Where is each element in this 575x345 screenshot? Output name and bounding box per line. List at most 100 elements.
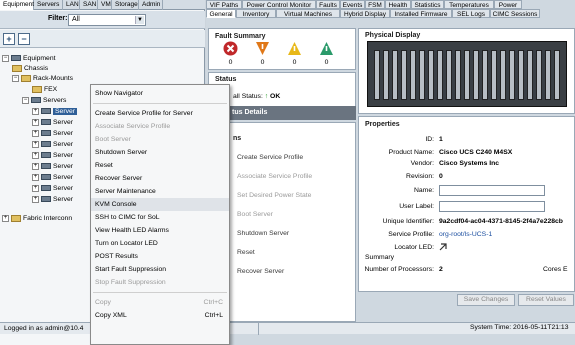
tab-health[interactable]: Health [385, 0, 411, 9]
menu-item-turn-on-locator-led[interactable]: Turn on Locator LED [91, 237, 229, 250]
expand-icon[interactable]: + [32, 195, 39, 203]
tab-vif-paths[interactable]: VIF Paths [206, 0, 242, 9]
tab-temperatures[interactable]: Temperatures [444, 0, 494, 9]
collapse-icon[interactable]: − [2, 54, 9, 62]
tab-statistics[interactable]: Statistics [411, 0, 444, 9]
server-chassis-image[interactable] [367, 41, 567, 107]
tab-san[interactable]: SAN [80, 0, 98, 10]
expand-icon[interactable]: + [32, 140, 39, 148]
tab-events[interactable]: Events [340, 0, 365, 9]
tab-general[interactable]: General [206, 9, 236, 18]
expand-icon[interactable]: + [32, 184, 39, 192]
menu-item-view-health-led-alarms[interactable]: View Health LED Alarms [91, 224, 229, 237]
minor-fault-icon[interactable] [287, 41, 302, 56]
menu-item-ssh-to-cimc-for-sol[interactable]: SSH to CIMC for SoL [91, 211, 229, 224]
server-icon [41, 185, 51, 192]
tab-sel-logs[interactable]: SEL Logs [452, 9, 490, 18]
tree-item-equipment[interactable]: − Equipment [2, 54, 56, 63]
action-recover-server[interactable]: Recover Server [237, 268, 284, 275]
tree-item-server[interactable]: + Server [32, 129, 73, 138]
status-details-toggle[interactable]: tus Details [208, 106, 356, 120]
tab-virtual-machines[interactable]: Virtual Machines [276, 9, 340, 18]
folder-icon [21, 74, 31, 82]
action-reset[interactable]: Reset [237, 249, 255, 256]
reset-values-button[interactable]: Reset Values [518, 294, 574, 306]
name-field[interactable] [439, 185, 545, 196]
tab-faults[interactable]: Faults [316, 0, 340, 9]
chevron-down-icon[interactable]: ▼ [135, 16, 144, 24]
warning-fault-icon[interactable] [319, 41, 334, 56]
tree-item-servers[interactable]: − Servers [22, 96, 66, 105]
tree-item-server[interactable]: + Server [32, 107, 78, 116]
tree-item-rack-mounts[interactable]: − Rack-Mounts [12, 74, 73, 83]
collapse-all-button[interactable]: − [18, 33, 30, 45]
action-boot-server[interactable]: Boot Server [237, 211, 273, 218]
action-create-service-profile[interactable]: Create Service Profile [237, 154, 303, 161]
filter-select[interactable]: All ▼ [68, 14, 146, 26]
menu-item-shutdown-server[interactable]: Shutdown Server [91, 146, 229, 159]
menu-item-label: SSH to CIMC for SoL [95, 214, 160, 221]
menu-item-create-service-profile-for-server[interactable]: Create Service Profile for Server [91, 107, 229, 120]
expand-icon[interactable]: + [32, 151, 39, 159]
status-bar: System Time: 2016-05-11T21:13 [206, 322, 575, 335]
menu-item-copy-xml[interactable]: Copy XML Ctrl+L [91, 309, 229, 322]
user-label-field[interactable] [439, 201, 545, 212]
nav-tab-bar: Equipment Servers LAN SAN VM Storage Adm… [0, 0, 205, 10]
tab-fsm[interactable]: FSM [365, 0, 385, 9]
expand-all-button[interactable]: + [3, 33, 15, 45]
tab-storage[interactable]: Storage [112, 0, 139, 10]
tree-item-fex[interactable]: FEX [32, 85, 57, 94]
expand-icon[interactable]: + [32, 118, 39, 126]
expand-icon[interactable]: + [32, 162, 39, 170]
tree-item-server[interactable]: + Server [32, 140, 73, 149]
menu-item-post-results[interactable]: POST Results [91, 250, 229, 263]
expand-icon[interactable]: + [2, 214, 9, 222]
menu-item-show-navigator[interactable]: Show Navigator [91, 87, 229, 100]
tree-item-server[interactable]: + Server [32, 162, 73, 171]
menu-separator [93, 292, 227, 293]
menu-item-label: Reset [95, 162, 113, 169]
tab-cimc-sessions[interactable]: CIMC Sessions [490, 9, 540, 18]
expand-icon[interactable]: + [32, 173, 39, 181]
menu-item-server-maintenance[interactable]: Server Maintenance [91, 185, 229, 198]
tree-item-server[interactable]: + Server [32, 151, 73, 160]
tab-power-control-monitor[interactable]: Power Control Monitor [242, 0, 316, 9]
menu-item-stop-fault-suppression[interactable]: Stop Fault Suppression [91, 276, 229, 289]
tree-item-fabric-interconnects[interactable]: + Fabric Interconn [2, 214, 72, 223]
tree-item-server[interactable]: + Server [32, 184, 73, 193]
menu-item-boot-server[interactable]: Boot Server [91, 133, 229, 146]
server-icon [41, 152, 51, 159]
critical-fault-icon[interactable] [223, 41, 238, 56]
action-associate-service-profile[interactable]: Associate Service Profile [237, 173, 312, 180]
action-shutdown-server[interactable]: Shutdown Server [237, 230, 289, 237]
menu-item-kvm-console[interactable]: KVM Console [91, 198, 229, 211]
save-changes-button[interactable]: Save Changes [457, 294, 515, 306]
tab-hybrid-display[interactable]: Hybrid Display [340, 9, 390, 18]
tree-item-server[interactable]: + Server [32, 118, 73, 127]
tab-servers[interactable]: Servers [34, 0, 63, 10]
action-set-power-state[interactable]: Set Desired Power State [237, 192, 311, 199]
tab-installed-firmware[interactable]: Installed Firmware [390, 9, 452, 18]
major-fault-icon[interactable] [255, 41, 270, 56]
menu-item-reset[interactable]: Reset [91, 159, 229, 172]
service-profile-link[interactable]: org-root/ls-UCS-1 [439, 231, 492, 238]
tab-vm[interactable]: VM [98, 0, 112, 10]
menu-item-associate-service-profile[interactable]: Associate Service Profile [91, 120, 229, 133]
collapse-icon[interactable]: − [22, 96, 29, 104]
tree-item-server[interactable]: + Server [32, 173, 73, 182]
tab-admin[interactable]: Admin [139, 0, 163, 10]
locator-led-icon [439, 243, 447, 251]
menu-item-recover-server[interactable]: Recover Server [91, 172, 229, 185]
menu-item-start-fault-suppression[interactable]: Start Fault Suppression [91, 263, 229, 276]
tab-lan[interactable]: LAN [63, 0, 80, 10]
tree-label: Server [53, 152, 74, 159]
tree-item-chassis[interactable]: Chassis [12, 64, 48, 73]
expand-icon[interactable]: + [32, 107, 39, 115]
tab-equipment[interactable]: Equipment [0, 0, 34, 10]
tab-power[interactable]: Power [494, 0, 522, 9]
expand-icon[interactable]: + [32, 129, 39, 137]
collapse-icon[interactable]: − [12, 74, 19, 82]
menu-item-copy[interactable]: Copy Ctrl+C [91, 296, 229, 309]
tab-inventory[interactable]: Inventory [236, 9, 276, 18]
tree-item-server[interactable]: + Server [32, 195, 73, 204]
